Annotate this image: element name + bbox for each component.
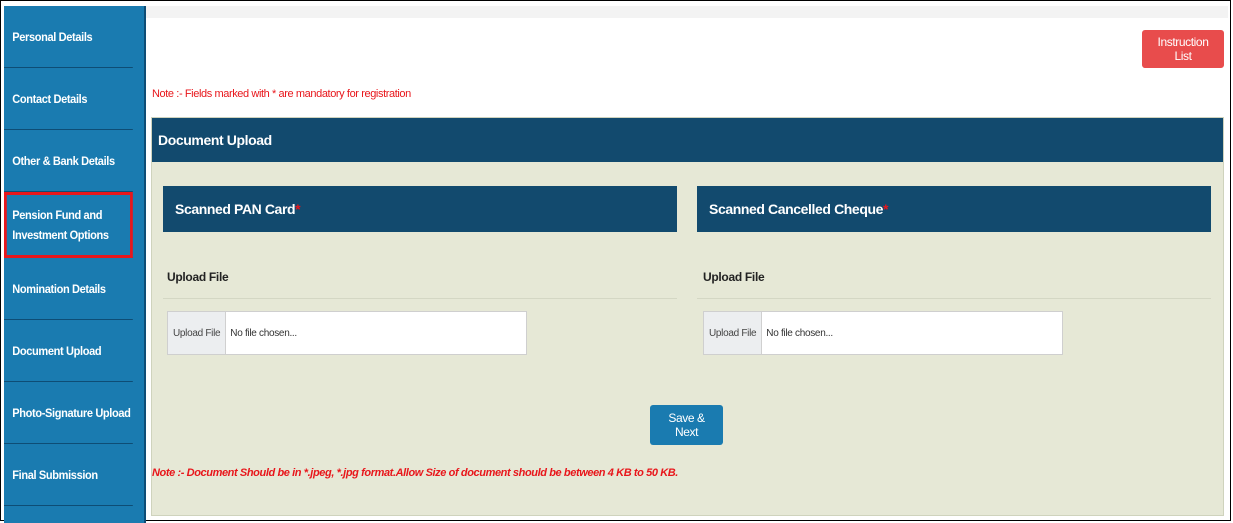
cheque-file-input[interactable]: Upload File No file chosen...	[703, 311, 1063, 355]
sidebar-item-photo-signature-upload[interactable]: Photo-Signature Upload	[4, 382, 133, 444]
sidebar-item-label: Personal Details	[12, 29, 93, 44]
document-upload-panel: Document Upload Scanned PAN Card * Uploa…	[151, 117, 1224, 516]
sidebar-item-label: Photo-Signature Upload	[12, 405, 131, 420]
sidebar-item-nomination-details[interactable]: Nomination Details	[4, 258, 133, 320]
top-strip	[146, 6, 1228, 18]
required-marker: *	[295, 201, 301, 217]
sidebar-item-label: Pension Fund and Investment Options	[12, 207, 109, 242]
cheque-upload-label: Upload File	[703, 270, 765, 284]
pan-file-placeholder: No file chosen...	[230, 327, 297, 339]
sidebar-item-label: Other & Bank Details	[12, 153, 115, 168]
sidebar-item-personal-details[interactable]: Personal Details	[4, 6, 133, 68]
pan-upload-file-button[interactable]: Upload File	[168, 312, 227, 354]
pan-upload-label: Upload File	[167, 270, 229, 284]
document-format-note: Note :- Document Should be in *.jpeg, *.…	[152, 467, 678, 479]
cheque-divider	[697, 298, 1211, 299]
sidebar-item-contact-details[interactable]: Contact Details	[4, 68, 133, 130]
pan-card-header: Scanned PAN Card *	[163, 186, 677, 232]
cheque-file-placeholder: No file chosen...	[766, 327, 833, 339]
sidebar-item-label: Contact Details	[12, 91, 88, 106]
sidebar-item-final-submission[interactable]: Final Submission	[4, 444, 133, 506]
save-next-button[interactable]: Save & Next	[650, 405, 723, 445]
cheque-upload-file-button[interactable]: Upload File	[704, 312, 763, 354]
pan-file-input[interactable]: Upload File No file chosen...	[167, 311, 527, 355]
sidebar-item-label: Nomination Details	[12, 281, 106, 296]
mandatory-fields-note: Note :- Fields marked with * are mandato…	[152, 88, 411, 100]
required-marker: *	[883, 201, 889, 217]
sidebar-item-label: Document Upload	[12, 343, 102, 358]
cheque-header: Scanned Cancelled Cheque *	[697, 186, 1211, 232]
cheque-title: Scanned Cancelled Cheque	[709, 201, 884, 217]
sidebar-item-document-upload[interactable]: Document Upload	[4, 320, 133, 382]
pan-card-title: Scanned PAN Card	[175, 201, 296, 217]
panel-title: Document Upload	[152, 118, 1223, 162]
sidebar-item-pension-fund[interactable]: Pension Fund and Investment Options	[4, 192, 133, 258]
sidebar-item-other-bank-details[interactable]: Other & Bank Details	[4, 130, 133, 192]
sidebar-item-label: Final Submission	[12, 467, 98, 482]
instruction-list-button[interactable]: Instruction List	[1142, 30, 1224, 68]
sidebar-nav: Personal Details Contact Details Other &…	[4, 6, 146, 523]
pan-divider	[163, 298, 677, 299]
